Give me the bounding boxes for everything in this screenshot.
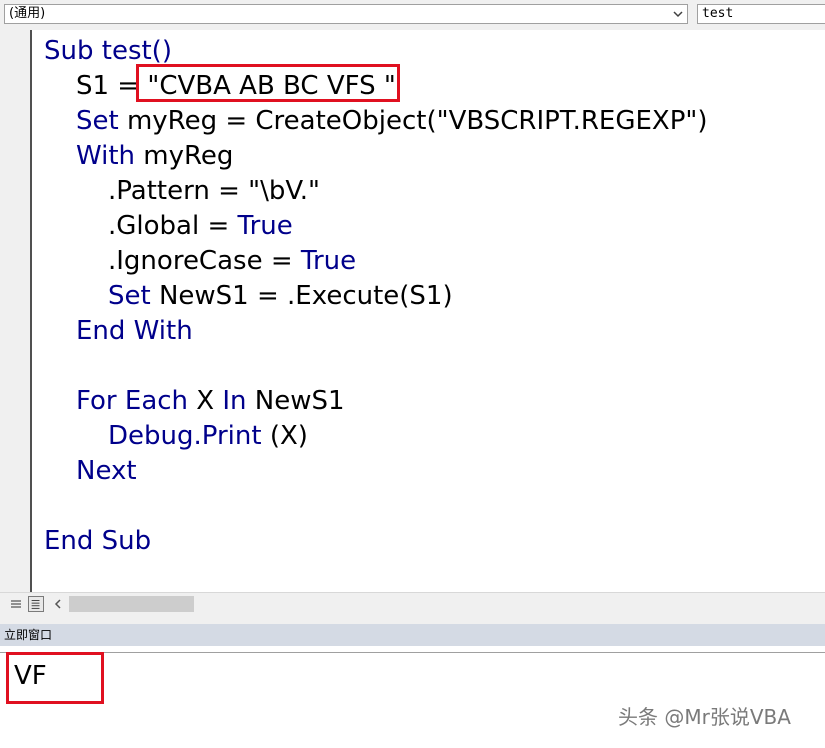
procedure-dropdown-value: test — [702, 6, 734, 21]
code-token: myReg = CreateObject("VBSCRIPT.REGEXP") — [118, 106, 708, 136]
horizontal-scrollbar[interactable] — [0, 592, 825, 614]
margin-divider — [30, 30, 32, 592]
scrollbar-thumb[interactable] — [69, 596, 194, 612]
margin-indicator-bar[interactable] — [0, 30, 30, 592]
code-token: X — [188, 386, 223, 416]
chevron-down-icon[interactable] — [671, 7, 685, 21]
code-token: NewS1 = .Execute(S1) — [150, 281, 453, 311]
code-window-toolbar: (通用) test — [0, 0, 825, 30]
keyword-set: Set — [76, 106, 119, 136]
keyword-true: True — [300, 246, 357, 276]
watermark: 头条 @Mr张说VBA — [618, 705, 791, 729]
code-line-debug-print: Debug.Print (X) — [108, 420, 308, 452]
keyword-debug-print: Debug.Print — [108, 421, 262, 451]
code-line-ignorecase: .IgnoreCase = True — [108, 245, 356, 277]
keyword-with: With — [76, 141, 136, 171]
code-line-execute: Set NewS1 = .Execute(S1) — [108, 280, 453, 312]
immediate-window-title: 立即窗口 — [4, 628, 53, 642]
immediate-window[interactable] — [0, 652, 825, 748]
code-line-end-with: End With — [76, 316, 193, 346]
procedure-dropdown[interactable]: test — [697, 4, 825, 24]
keyword-set: Set — [108, 281, 151, 311]
code-line-sub: Sub test() — [44, 36, 172, 66]
code-line-for-each: For Each X In NewS1 — [76, 385, 345, 417]
keyword-for-each: For Each — [76, 386, 189, 416]
code-token: NewS1 — [246, 386, 345, 416]
code-line-end-sub: End Sub — [44, 526, 152, 556]
keyword-true: True — [237, 211, 293, 241]
object-dropdown-value: (通用) — [9, 6, 46, 21]
code-line-pattern: .Pattern = "\bV." — [108, 176, 320, 206]
code-token: .IgnoreCase = — [108, 246, 301, 276]
keyword-in: In — [222, 386, 247, 416]
highlight-box-output — [6, 652, 104, 704]
chevron-left-icon[interactable] — [50, 595, 66, 613]
full-module-view-icon[interactable] — [28, 596, 44, 612]
highlight-box-string — [136, 64, 400, 102]
code-line-set-reg: Set myReg = CreateObject("VBSCRIPT.REGEX… — [76, 105, 708, 137]
procedure-view-icon[interactable] — [8, 596, 24, 612]
splitter[interactable] — [0, 614, 825, 624]
code-line-with: With myReg — [76, 140, 233, 172]
code-line-next: Next — [76, 456, 137, 486]
immediate-window-titlebar: 立即窗口 — [0, 624, 825, 646]
object-dropdown[interactable]: (通用) — [4, 4, 688, 24]
code-token: myReg — [135, 141, 234, 171]
code-token: .Global = — [108, 211, 238, 241]
code-line-global: .Global = True — [108, 210, 293, 242]
code-token: (X) — [261, 421, 308, 451]
